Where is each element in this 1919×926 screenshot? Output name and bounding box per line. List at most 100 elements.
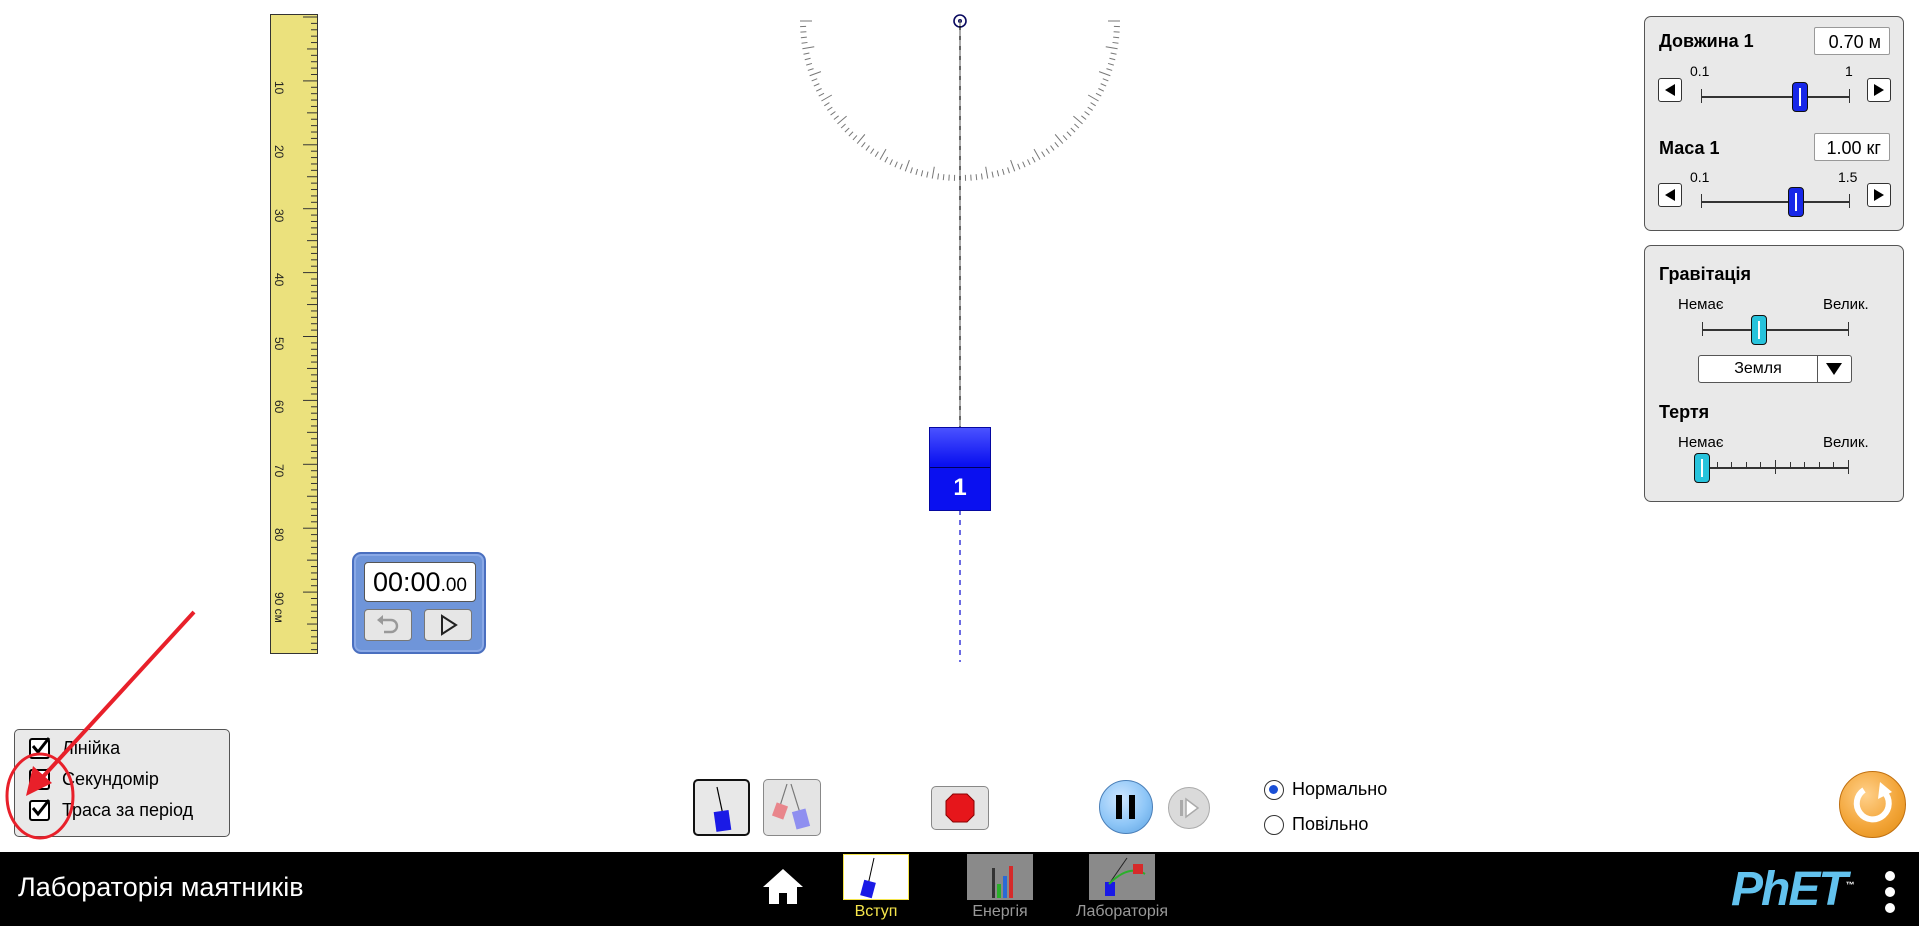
gravity-min-label: Немає xyxy=(1678,296,1724,313)
ruler-ticks xyxy=(303,16,317,651)
energy-tab-icon xyxy=(967,854,1033,900)
friction-slider-tick xyxy=(1789,462,1791,468)
ruler-tick-label: 20 xyxy=(272,144,286,159)
ruler-tick-label: 50 xyxy=(272,336,286,350)
length-label: Довжина 1 xyxy=(1659,31,1754,51)
length-slider-track[interactable] xyxy=(1701,96,1850,98)
mass-decrease-button[interactable] xyxy=(1658,183,1682,207)
two-pendulums-button[interactable] xyxy=(763,779,821,836)
triangle-left-icon xyxy=(1665,84,1675,96)
home-icon xyxy=(763,869,803,904)
pendulum-mass[interactable]: 1 xyxy=(929,427,991,511)
mass-max-label: 1.5 xyxy=(1838,169,1858,185)
length-max-label: 1 xyxy=(1845,63,1853,79)
friction-label: Тертя xyxy=(1659,402,1710,422)
tab-energy-label: Енергія xyxy=(972,903,1028,920)
navigation-bar: Лабораторія маятників Вступ Енергія Лабо… xyxy=(0,852,1919,926)
reset-all-button[interactable] xyxy=(1839,771,1906,838)
length-slider-thumb[interactable] xyxy=(1792,82,1809,112)
gravity-friction-panel: Гравітація Немає Велик. Земля Тертя Нема… xyxy=(1644,245,1904,502)
undo-icon xyxy=(377,615,399,634)
friction-min-label: Немає xyxy=(1678,434,1724,451)
lab-tab-icon xyxy=(1089,854,1155,900)
mass-increase-button[interactable] xyxy=(1867,183,1891,207)
gravity-label: Гравітація xyxy=(1659,264,1751,284)
friction-slider-tick xyxy=(1760,462,1762,468)
ruler-tick-label: 80 xyxy=(272,528,286,542)
length-decrease-button[interactable] xyxy=(1658,78,1682,102)
length-mass-panel: Довжина 1 0.70 м 0.1 1 Маса 1 1.00 кг 0.… xyxy=(1644,16,1904,231)
one-pendulum-button[interactable] xyxy=(693,779,750,836)
intro-tab-icon xyxy=(843,854,909,900)
friction-slider-tick xyxy=(1833,462,1835,468)
friction-slider-tick xyxy=(1775,460,1776,474)
phet-logo[interactable]: PhET™ xyxy=(1731,862,1855,917)
mass-slider-track[interactable] xyxy=(1701,201,1850,203)
stop-button[interactable] xyxy=(931,786,989,830)
pendulum-string xyxy=(959,20,961,662)
menu-button[interactable] xyxy=(1882,870,1898,914)
triangle-right-icon xyxy=(1874,189,1884,201)
stopwatch-play-button[interactable] xyxy=(424,609,472,641)
friction-slider-tick xyxy=(1818,462,1820,468)
ruler[interactable]: 10 20 30 40 50 60 70 80 90 см xyxy=(270,14,318,654)
tab-lab-label: Лабораторія xyxy=(1075,903,1169,920)
annotation-arrow xyxy=(5,610,196,840)
two-pendulums-icon xyxy=(771,783,811,830)
friction-max-label: Велик. xyxy=(1823,434,1869,451)
kebab-menu-icon xyxy=(1885,871,1895,913)
reset-icon xyxy=(1853,782,1892,823)
length-min-label: 0.1 xyxy=(1690,63,1710,79)
stopwatch-reset-button[interactable] xyxy=(364,609,412,641)
friction-slider-tick xyxy=(1745,462,1747,468)
stopwatch-display: 00:00.00 xyxy=(364,562,476,602)
ruler-tick-label: 10 xyxy=(272,80,286,95)
ruler-tick-label: 60 xyxy=(272,400,286,414)
ruler-tick-label: 30 xyxy=(272,208,286,223)
gravity-slider-track[interactable] xyxy=(1702,329,1849,331)
mass-slider-thumb[interactable] xyxy=(1787,187,1804,217)
speed-normal-radio[interactable]: Нормально xyxy=(1264,779,1387,800)
length-increase-button[interactable] xyxy=(1867,78,1891,102)
speed-slow-label: Повільно xyxy=(1292,814,1369,834)
tab-lab[interactable]: Лабораторія xyxy=(1067,854,1177,921)
one-pendulum-icon xyxy=(713,786,732,832)
planet-select[interactable]: Земля xyxy=(1698,355,1852,383)
radio-unselected-icon xyxy=(1264,814,1284,835)
pause-button[interactable] xyxy=(1099,780,1153,834)
step-forward-button[interactable] xyxy=(1168,787,1210,829)
play-icon xyxy=(441,614,458,636)
pause-icon xyxy=(1116,795,1135,819)
radio-selected-icon xyxy=(1264,779,1284,800)
gravity-slider-thumb[interactable] xyxy=(1750,315,1767,345)
friction-slider-tick xyxy=(1716,462,1718,468)
length-value: 0.70 м xyxy=(1814,27,1890,55)
friction-slider-tick xyxy=(1848,460,1849,474)
mass-value: 1.00 кг xyxy=(1814,133,1890,161)
ruler-tick-label: 90 см xyxy=(272,592,286,624)
ruler-tick-label: 70 xyxy=(272,464,286,478)
mass-label: Маса 1 xyxy=(1659,138,1720,158)
tab-intro[interactable]: Вступ xyxy=(841,854,911,921)
home-button[interactable] xyxy=(760,866,806,908)
stopwatch[interactable]: 00:00.00 xyxy=(352,552,486,654)
planet-select-value: Земля xyxy=(1734,360,1782,377)
ruler-tick-label: 40 xyxy=(272,272,286,286)
speed-slow-radio[interactable]: Повільно xyxy=(1264,814,1368,835)
friction-slider-tick xyxy=(1804,462,1806,468)
tab-energy[interactable]: Енергія xyxy=(965,854,1035,921)
speed-normal-label: Нормально xyxy=(1292,779,1388,799)
tab-intro-label: Вступ xyxy=(854,903,898,920)
mass-min-label: 0.1 xyxy=(1690,169,1710,185)
triangle-left-icon xyxy=(1665,189,1675,201)
friction-slider-thumb[interactable] xyxy=(1694,453,1710,483)
mass-number-label: 1 xyxy=(953,474,967,501)
gravity-max-label: Велик. xyxy=(1823,296,1869,313)
annotation-circle xyxy=(5,752,75,840)
triangle-right-icon xyxy=(1874,84,1884,96)
stop-sign-icon xyxy=(945,793,975,823)
app-title: Лабораторія маятників xyxy=(18,872,304,902)
friction-slider-tick xyxy=(1731,462,1733,468)
step-forward-icon xyxy=(1180,797,1200,819)
chevron-down-icon xyxy=(1826,363,1842,375)
